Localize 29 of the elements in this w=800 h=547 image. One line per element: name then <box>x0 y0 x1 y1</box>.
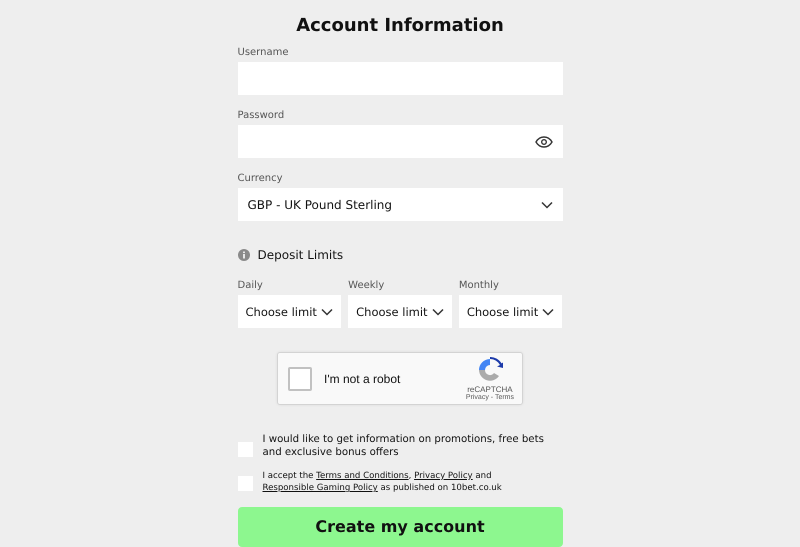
form-title: Account Information <box>295 15 505 36</box>
recaptcha-logo-icon <box>476 356 503 383</box>
captcha-label: I'm not a robot <box>324 372 402 386</box>
chevron-down-icon <box>432 308 444 316</box>
policy-link[interactable]: Privacy Policy <box>414 470 473 481</box>
consent-text: I accept the Terms and Conditions, Privacy Policy and Responsible Gaming Policy as published on 10bet.co.uk <box>262 470 503 495</box>
limit-dropdown[interactable]: Choose limit <box>238 295 342 328</box>
chevron-down-icon <box>542 308 554 316</box>
info-icon[interactable] <box>238 249 250 261</box>
captcha-brand: reCAPTCHA <box>467 384 513 394</box>
captcha-checkbox[interactable] <box>288 366 312 391</box>
field-label: Weekly <box>348 280 386 291</box>
chevron-down-icon <box>321 308 334 316</box>
limit-dropdown[interactable]: Choose limit <box>348 295 452 328</box>
field-label: Password <box>238 110 286 121</box>
eye-icon[interactable] <box>534 136 552 148</box>
section-heading: Deposit Limits <box>258 248 344 262</box>
create-account-button[interactable]: Create my account <box>238 506 562 547</box>
limit-dropdown[interactable]: Choose limit <box>458 295 562 328</box>
field-label: Daily <box>238 280 264 291</box>
chevron-down-icon <box>540 200 552 208</box>
field-label: Currency <box>238 173 284 184</box>
field-label: Monthly <box>458 280 500 291</box>
currency-dropdown[interactable]: GBP - UK Pound Sterling <box>238 188 562 221</box>
consent-text: I would like to get information on promotions, free bets and exclusive bonus offers <box>262 433 545 460</box>
policy-link[interactable]: Responsible Gaming Policy <box>262 483 378 494</box>
field-label: Username <box>238 47 290 58</box>
policy-link[interactable]: Terms and Conditions <box>316 470 409 481</box>
password-field[interactable] <box>238 125 562 158</box>
